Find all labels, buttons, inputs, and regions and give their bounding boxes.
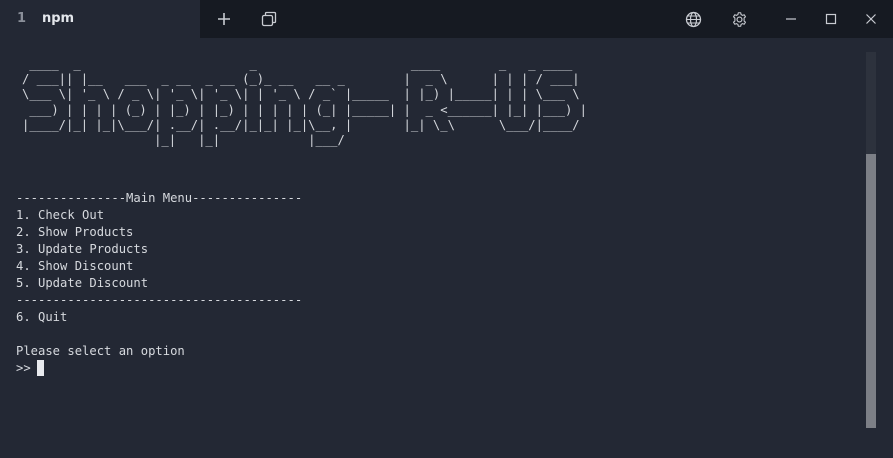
tab-npm[interactable]: 1 npm: [0, 0, 200, 38]
scrollbar-thumb[interactable]: [866, 154, 876, 428]
plus-icon: [218, 13, 230, 25]
banner-line: \___ \| '_ \ / _ \| '_ \| '_ \| | '_ \ /…: [22, 87, 587, 102]
close-button[interactable]: [853, 0, 889, 38]
maximize-icon: [825, 13, 837, 25]
title-bar: 1 npm: [0, 0, 893, 38]
close-icon: [866, 14, 876, 24]
tab-title: npm: [42, 11, 75, 26]
new-tab-button[interactable]: [206, 0, 242, 38]
menu-option: 5. Update Discount: [16, 276, 149, 290]
menu-option: 4. Show Discount: [16, 259, 134, 273]
menu-block: ---------------Main Menu--------------- …: [16, 190, 302, 377]
terminal-output[interactable]: ____ _ _ ____ _ _ ____ / ___|| |__ ___ _…: [0, 38, 860, 458]
banner-line: |____/|_| |_|\___/| .__/| .__/|_|_| |_|\…: [22, 117, 587, 132]
menu-separator: ---------------------------------------: [16, 293, 303, 307]
minimize-icon: [786, 18, 796, 20]
globe-icon: [685, 11, 701, 27]
input-line[interactable]: >>: [16, 360, 302, 377]
windows-icon: [261, 11, 277, 27]
tabs-view-button[interactable]: [251, 0, 287, 38]
prompt-symbol: >>: [16, 361, 31, 375]
menu-option: 1. Check Out: [16, 208, 105, 222]
menu-option-quit: 6. Quit: [16, 310, 68, 324]
terminal-window: 1 npm ____ _ _ ____ _ _ ____ / ___|| |__…: [0, 0, 893, 458]
menu-option: 3. Update Products: [16, 242, 149, 256]
banner-line: ___) | | | | (_) | |_) | |_) | | | | | (…: [22, 102, 587, 117]
prompt-text: Please select an option: [16, 344, 185, 358]
tab-index: 1: [17, 11, 27, 26]
menu-option: 2. Show Products: [16, 225, 134, 239]
ascii-banner: ____ _ _ ____ _ _ ____ / ___|| |__ ___ _…: [22, 57, 587, 148]
maximize-button[interactable]: [813, 0, 849, 38]
banner-line: ____ _ _ ____ _ _ ____: [22, 57, 587, 71]
minimize-button[interactable]: [773, 0, 809, 38]
banner-line: / ___|| |__ ___ _ __ _ __ (_)_ __ __ _ |…: [22, 72, 587, 87]
banner-line: |_| |_| |___/: [22, 133, 587, 148]
globe-button[interactable]: [675, 0, 711, 38]
gear-icon: [732, 11, 746, 27]
menu-header: ---------------Main Menu---------------: [16, 191, 303, 205]
text-cursor: [36, 360, 44, 376]
settings-button[interactable]: [721, 0, 757, 38]
